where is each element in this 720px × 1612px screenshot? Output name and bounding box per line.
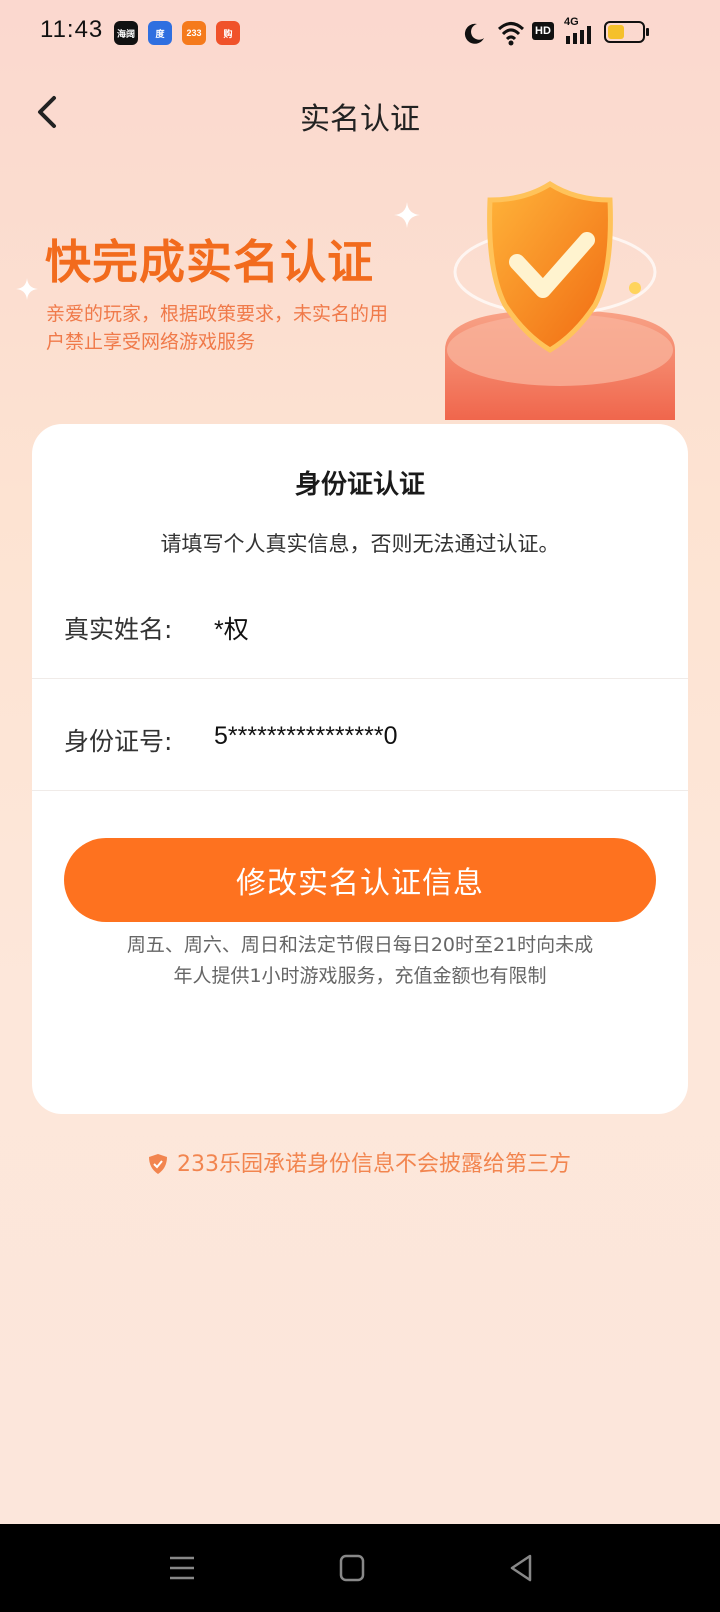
id-verification-card: 身份证认证 请填写个人真实信息，否则无法通过认证。 真实姓名: *权 身份证号:… (32, 424, 688, 1114)
moon-icon (464, 23, 484, 44)
modify-verification-button[interactable]: 修改实名认证信息 (64, 838, 656, 922)
hero-title: 快完成实名认证 (45, 235, 374, 289)
hd-badge: HD (532, 22, 554, 40)
name-row: 真实姓名: *权 (32, 566, 688, 679)
page-title: 实名认证 (300, 102, 420, 137)
name-label: 真实姓名: (64, 615, 173, 644)
id-number-row: 身份证号: 5****************0 (32, 678, 688, 791)
sparkle-icon (394, 202, 420, 228)
signal-icon (566, 26, 591, 44)
hero-description: 亲爱的玩家，根据政策要求，未实名的用户禁止享受网络游戏服务 (46, 303, 389, 353)
app-icon-baidu: 度 (148, 21, 172, 45)
battery-icon (604, 21, 649, 43)
privacy-promise-text: 233乐园承诺身份信息不会披露给第三方 (177, 1152, 571, 1177)
shield-small-icon (149, 1154, 167, 1174)
minor-notice: 周五、周六、周日和法定节假日每日20时至21时向未成年人提供1小时游戏服务，充值… (126, 934, 594, 987)
app-icon-shop: 购 (216, 21, 240, 45)
status-bar: 11:43 海阔 度 233 购 HD 4G (0, 0, 720, 66)
app-icon-haikuo: 海阔 (114, 21, 138, 45)
name-value: *权 (214, 616, 249, 644)
card-subtitle: 请填写个人真实信息，否则无法通过认证。 (160, 532, 560, 556)
menu-icon[interactable] (160, 1546, 204, 1590)
nav-bar: 实名认证 (0, 80, 720, 144)
home-icon[interactable] (330, 1546, 374, 1590)
sparkle-icon (16, 278, 38, 300)
id-number-value: 5****************0 (214, 722, 398, 750)
shield-check-icon (445, 181, 675, 420)
back-triangle-icon[interactable] (500, 1546, 544, 1590)
status-time: 11:43 (40, 16, 104, 43)
privacy-promise: 233乐园承诺身份信息不会披露给第三方 (0, 1146, 720, 1178)
id-number-label: 身份证号: (64, 727, 173, 756)
app-icon-233: 233 (182, 21, 206, 45)
system-nav-bar (0, 1524, 720, 1612)
wifi-icon (497, 22, 525, 46)
card-title: 身份证认证 (294, 470, 425, 500)
